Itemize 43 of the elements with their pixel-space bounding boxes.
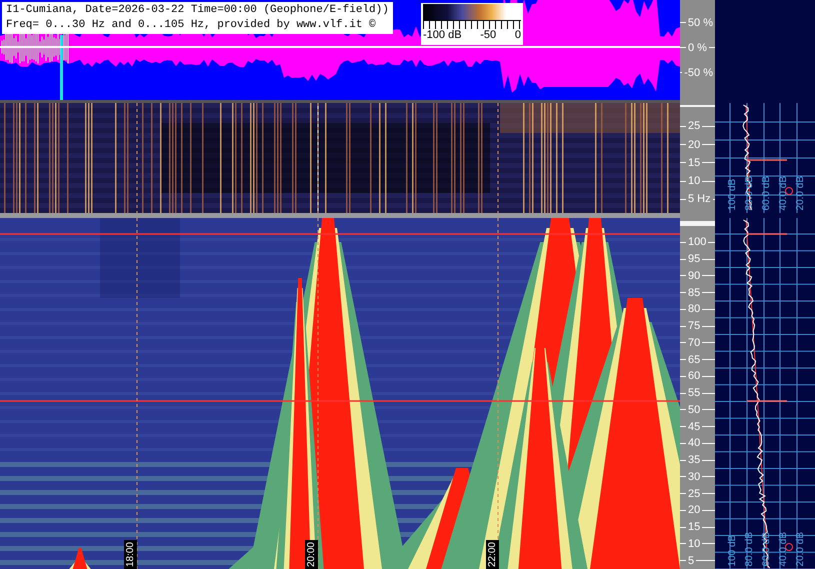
axis-label: 5 [688,554,694,567]
axis-label: 45 [688,420,700,433]
axis-label: 50 % [688,16,713,28]
db-label: 80.0 dB [744,176,756,210]
axis-label: 20 [688,138,700,151]
axis-label: 80 [688,303,700,316]
axis-label: 5 Hz [688,193,711,206]
axis-label: 50 [688,404,700,416]
time-label: 22:00 [486,540,499,569]
axis-label: 15 [688,156,700,169]
db-label: 80.0 dB [744,532,756,566]
axis-label: -50 % [684,66,713,78]
axis-label: 100 [688,236,706,248]
axis-label: 25 [688,120,700,132]
axis-label: 85 [688,286,700,299]
axis-label: 55 [688,387,700,400]
axis-label: 15 [688,521,700,534]
axis-label: 90 [688,270,700,282]
caption-text: I1-Cumiana, Date=2026-03-22 Time=00:00 (Geophone/E-field)) [6,3,389,18]
axis-label: 60 [688,370,700,382]
axis-label: 10 [688,538,700,550]
axis-label: 95 [688,253,700,266]
db-label: 100 dB [727,533,739,566]
time-label: 20:00 [305,540,318,569]
colorbar-label: -50 [480,29,496,42]
axis-label: 30 [688,470,700,483]
caption-text: Freq= 0...30 Hz and 0...105 Hz, provided by www.vlf.it © [6,18,377,33]
axis-label: 70 [688,336,700,349]
axis-label: 10 [688,175,700,188]
axis-label: 35 [688,454,700,466]
axis-label: 75 [688,320,700,332]
colorbar-label: 0 [514,29,521,42]
db-label: 40.0 dB [778,532,790,566]
db-label: 20.0 dB [795,532,807,566]
db-label: 60.0 dB [761,532,773,566]
axis-label: 0 % [688,42,707,54]
axis-label: 25 [688,488,700,500]
axis-label: 20 [688,504,700,516]
colorbar-label: -100 dB [423,29,462,42]
db-label: 100 dB [727,177,739,210]
time-label: 18:00 [124,540,137,569]
axis-label: 65 [688,354,700,366]
axis-label: 40 [688,437,700,450]
